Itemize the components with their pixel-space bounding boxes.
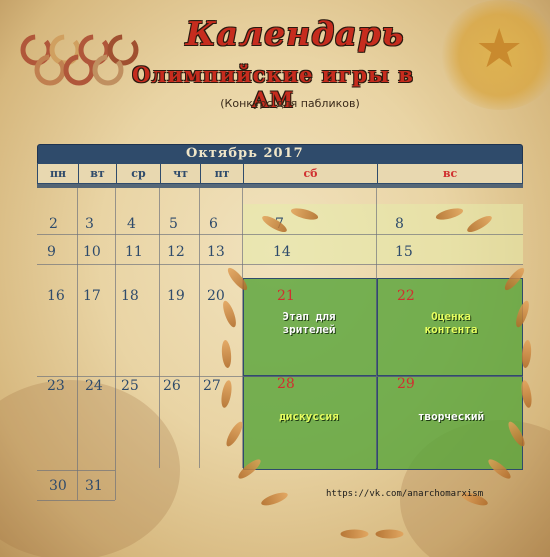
day-number: 31 (85, 478, 103, 494)
page-title: Календарь (185, 14, 405, 53)
day-number: 11 (125, 244, 143, 260)
grid-line (37, 234, 523, 235)
weekday-label: вс (377, 163, 523, 184)
event-label: творческий (417, 410, 485, 423)
event-line: Оценка (431, 310, 471, 323)
header-strip (37, 184, 523, 188)
day-number: 16 (47, 288, 65, 304)
day-number: 30 (49, 478, 67, 494)
day-number: 27 (203, 378, 221, 394)
day-number: 8 (395, 216, 404, 232)
day-number: 10 (83, 244, 101, 260)
month-bar: Октябрь 2017 (37, 144, 523, 164)
calendar: Октябрь 2017 пн вт ср чт пт сб вс 2 3 4 … (37, 144, 523, 501)
grid-line (159, 188, 160, 468)
event-label: Оценка контента (401, 310, 501, 336)
day-number: 23 (47, 378, 65, 394)
day-number: 24 (85, 378, 103, 394)
contest-note: (Конкурс для пабликов) (220, 97, 360, 110)
event-line: Этап для (282, 310, 336, 323)
event-cell (243, 376, 377, 470)
grid-line (199, 188, 200, 468)
day-number: 13 (207, 244, 225, 260)
day-number: 14 (273, 244, 291, 260)
weekday-header: пн вт ср чт пт сб вс (37, 163, 523, 184)
day-number: 22 (397, 288, 415, 304)
day-number: 2 (49, 216, 58, 232)
day-number: 28 (277, 376, 295, 392)
event-label: дискуссия (279, 410, 339, 423)
grid-line (37, 264, 523, 265)
day-number: 19 (167, 288, 185, 304)
day-number: 4 (127, 216, 136, 232)
day-number: 6 (209, 216, 218, 232)
day-number: 18 (121, 288, 139, 304)
weekday-label: пт (200, 163, 244, 184)
event-label: Этап для зрителей (259, 310, 359, 336)
grid-line (376, 188, 377, 468)
weekday-label: ср (116, 163, 161, 184)
event-line: зрителей (282, 323, 336, 336)
vk-link[interactable]: https://vk.com/anarchomarxism (326, 489, 483, 499)
event-line: контента (424, 323, 478, 336)
day-number: 17 (83, 288, 101, 304)
day-number: 15 (395, 244, 413, 260)
day-number: 3 (85, 216, 94, 232)
day-number: 25 (121, 378, 139, 394)
day-number: 12 (167, 244, 185, 260)
grid-line (37, 470, 115, 471)
day-number: 9 (47, 244, 56, 260)
grid-line (37, 500, 115, 501)
poster: ★ Календарь Олимпийские игры в АМ (Конку… (0, 0, 550, 557)
weekday-label: сб (243, 163, 378, 184)
month-title: Октябрь 2017 (186, 146, 304, 161)
weekday-label: пн (37, 163, 79, 184)
day-number: 26 (163, 378, 181, 394)
day-number: 21 (277, 288, 295, 304)
weekday-label: чт (160, 163, 201, 184)
day-number: 29 (397, 376, 415, 392)
day-number: 5 (169, 216, 178, 232)
star-emblem-icon: ★ (475, 17, 524, 80)
weekday-label: вт (78, 163, 117, 184)
